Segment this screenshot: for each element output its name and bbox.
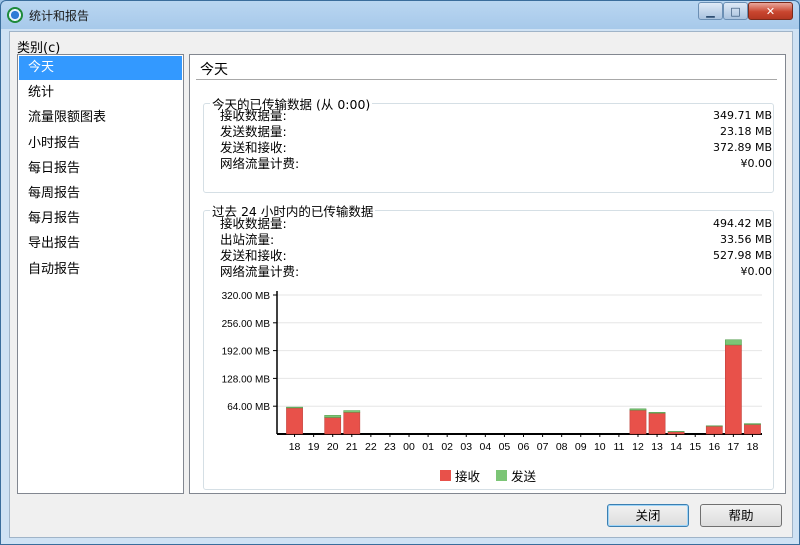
x-tick-label: 18 [289,441,301,453]
bar-received [705,425,723,435]
window-title: 统计和报告 [29,9,90,23]
bar-received [648,412,666,435]
today-received-row: 接收数据量: 349.71 MB [220,108,772,124]
x-tick-label: 17 [728,441,740,453]
x-tick-label: 21 [346,441,358,453]
y-tick-label: 64.00 MB [227,402,270,413]
x-tick-label: 10 [594,441,606,453]
x-tick-label: 03 [460,441,472,453]
bar-sent [324,415,342,418]
row-label: 发送数据量: [220,124,287,139]
bar-received [324,417,342,435]
x-tick-label: 12 [632,441,644,453]
list-item-monthly-report[interactable]: 每月报告 [19,207,182,231]
y-tick-label: 256.00 MB [222,319,271,330]
title-divider [196,79,777,80]
list-item-today[interactable]: 今天 [19,56,182,81]
legend-received: 接收 [440,466,480,485]
bar-sent [744,423,761,425]
last24h-transfer-group: 过去 24 小时内的已传输数据 接收数据量: 494.42 MB 出站流量: 3… [203,201,774,490]
bar-received [667,431,685,435]
bar-sent [648,412,666,414]
legend-received-swatch [440,470,451,481]
minimize-button[interactable]: ▁ [698,2,723,20]
legend-received-label: 接收 [455,469,481,484]
row-label: 发送和接收: [220,140,287,155]
x-tick-label: 23 [384,441,396,453]
x-tick-label: 19 [308,441,320,453]
x-tick-label: 18 [747,441,759,453]
legend-sent: 发送 [496,466,536,485]
x-tick-label: 00 [403,441,415,453]
list-item-auto-report[interactable]: 自动报告 [19,258,182,282]
statistics-window: 统计和报告 ▁ □ ✕ 类别(c) 今天 统计 流量限额图表 小时报告 每日报告… [0,0,800,545]
bar-received [343,412,361,435]
list-item-export-report[interactable]: 导出报告 [19,232,182,256]
x-tick-label: 01 [422,441,434,453]
report-panel: 今天 今天的已传输数据 (从 0:00) 接收数据量: 349.71 MB 发送… [189,54,786,494]
row-label: 网络流量计费: [220,156,300,171]
row-value: ¥0.00 [740,157,773,170]
row-label: 接收数据量: [220,108,287,123]
today-cost-row: 网络流量计费: ¥0.00 [220,156,772,172]
help-button[interactable]: 帮助 [700,504,782,527]
dialog-body: 类别(c) 今天 统计 流量限额图表 小时报告 每日报告 每周报告 每月报告 导… [9,31,793,538]
bar-received [744,424,761,435]
x-tick-label: 15 [689,441,701,453]
x-tick-label: 14 [670,441,682,453]
list-item-quota-chart[interactable]: 流量限额图表 [19,106,182,130]
x-tick-label: 20 [327,441,339,453]
x-tick-label: 08 [556,441,568,453]
app-logo-icon [7,7,23,23]
list-item-daily-report[interactable]: 每日报告 [19,157,182,181]
bar-received [286,407,303,435]
x-tick-label: 22 [365,441,377,453]
bar-received [629,409,647,435]
x-tick-label: 02 [441,441,453,453]
chart-legend: 接收 发送 [440,466,552,485]
close-button[interactable]: 关闭 [607,504,689,527]
today-total-row: 发送和接收: 372.89 MB [220,140,772,156]
bar-received [725,344,742,435]
panel-title: 今天 [200,62,228,78]
row-value: 349.71 MB [712,109,772,122]
row-value: 23.18 MB [719,125,772,138]
today-sent-row: 发送数据量: 23.18 MB [220,124,772,140]
x-tick-label: 13 [651,441,663,453]
x-tick-label: 16 [708,441,720,453]
bar-sent [725,339,742,346]
legend-sent-swatch [496,470,508,481]
row-value: 372.89 MB [712,141,772,154]
today-transfer-group: 今天的已传输数据 (从 0:00) 接收数据量: 349.71 MB 发送数据量… [203,94,774,193]
hourly-traffic-chart: 64.00 MB 128.00 MB 192.00 MB 256.00 MB 320.0… [222,291,762,453]
x-tick-label: 04 [479,441,491,453]
close-window-button[interactable]: ✕ [748,2,793,20]
maximize-button[interactable]: □ [723,2,748,20]
y-tick-label: 320.00 MB [222,291,271,302]
list-item-hourly-report[interactable]: 小时报告 [19,132,182,156]
x-tick-label: 09 [575,441,587,453]
x-tick-label: 06 [518,441,530,453]
list-item-weekly-report[interactable]: 每周报告 [19,182,182,206]
category-list[interactable]: 今天 统计 流量限额图表 小时报告 每日报告 每周报告 每月报告 导出报告 自动… [17,54,184,494]
x-tick-label: 05 [499,441,511,453]
legend-sent-label: 发送 [511,469,537,484]
x-tick-label: 11 [613,441,624,453]
y-tick-label: 128.00 MB [222,374,271,385]
x-tick-label: 07 [537,441,549,453]
bar-sent [629,408,647,411]
bar-sent [343,410,361,413]
y-tick-label: 192.00 MB [222,347,271,358]
list-item-statistics[interactable]: 统计 [19,81,182,105]
title-bar[interactable]: 统计和报告 ▁ □ ✕ [1,1,799,29]
bar-sent [286,406,303,409]
